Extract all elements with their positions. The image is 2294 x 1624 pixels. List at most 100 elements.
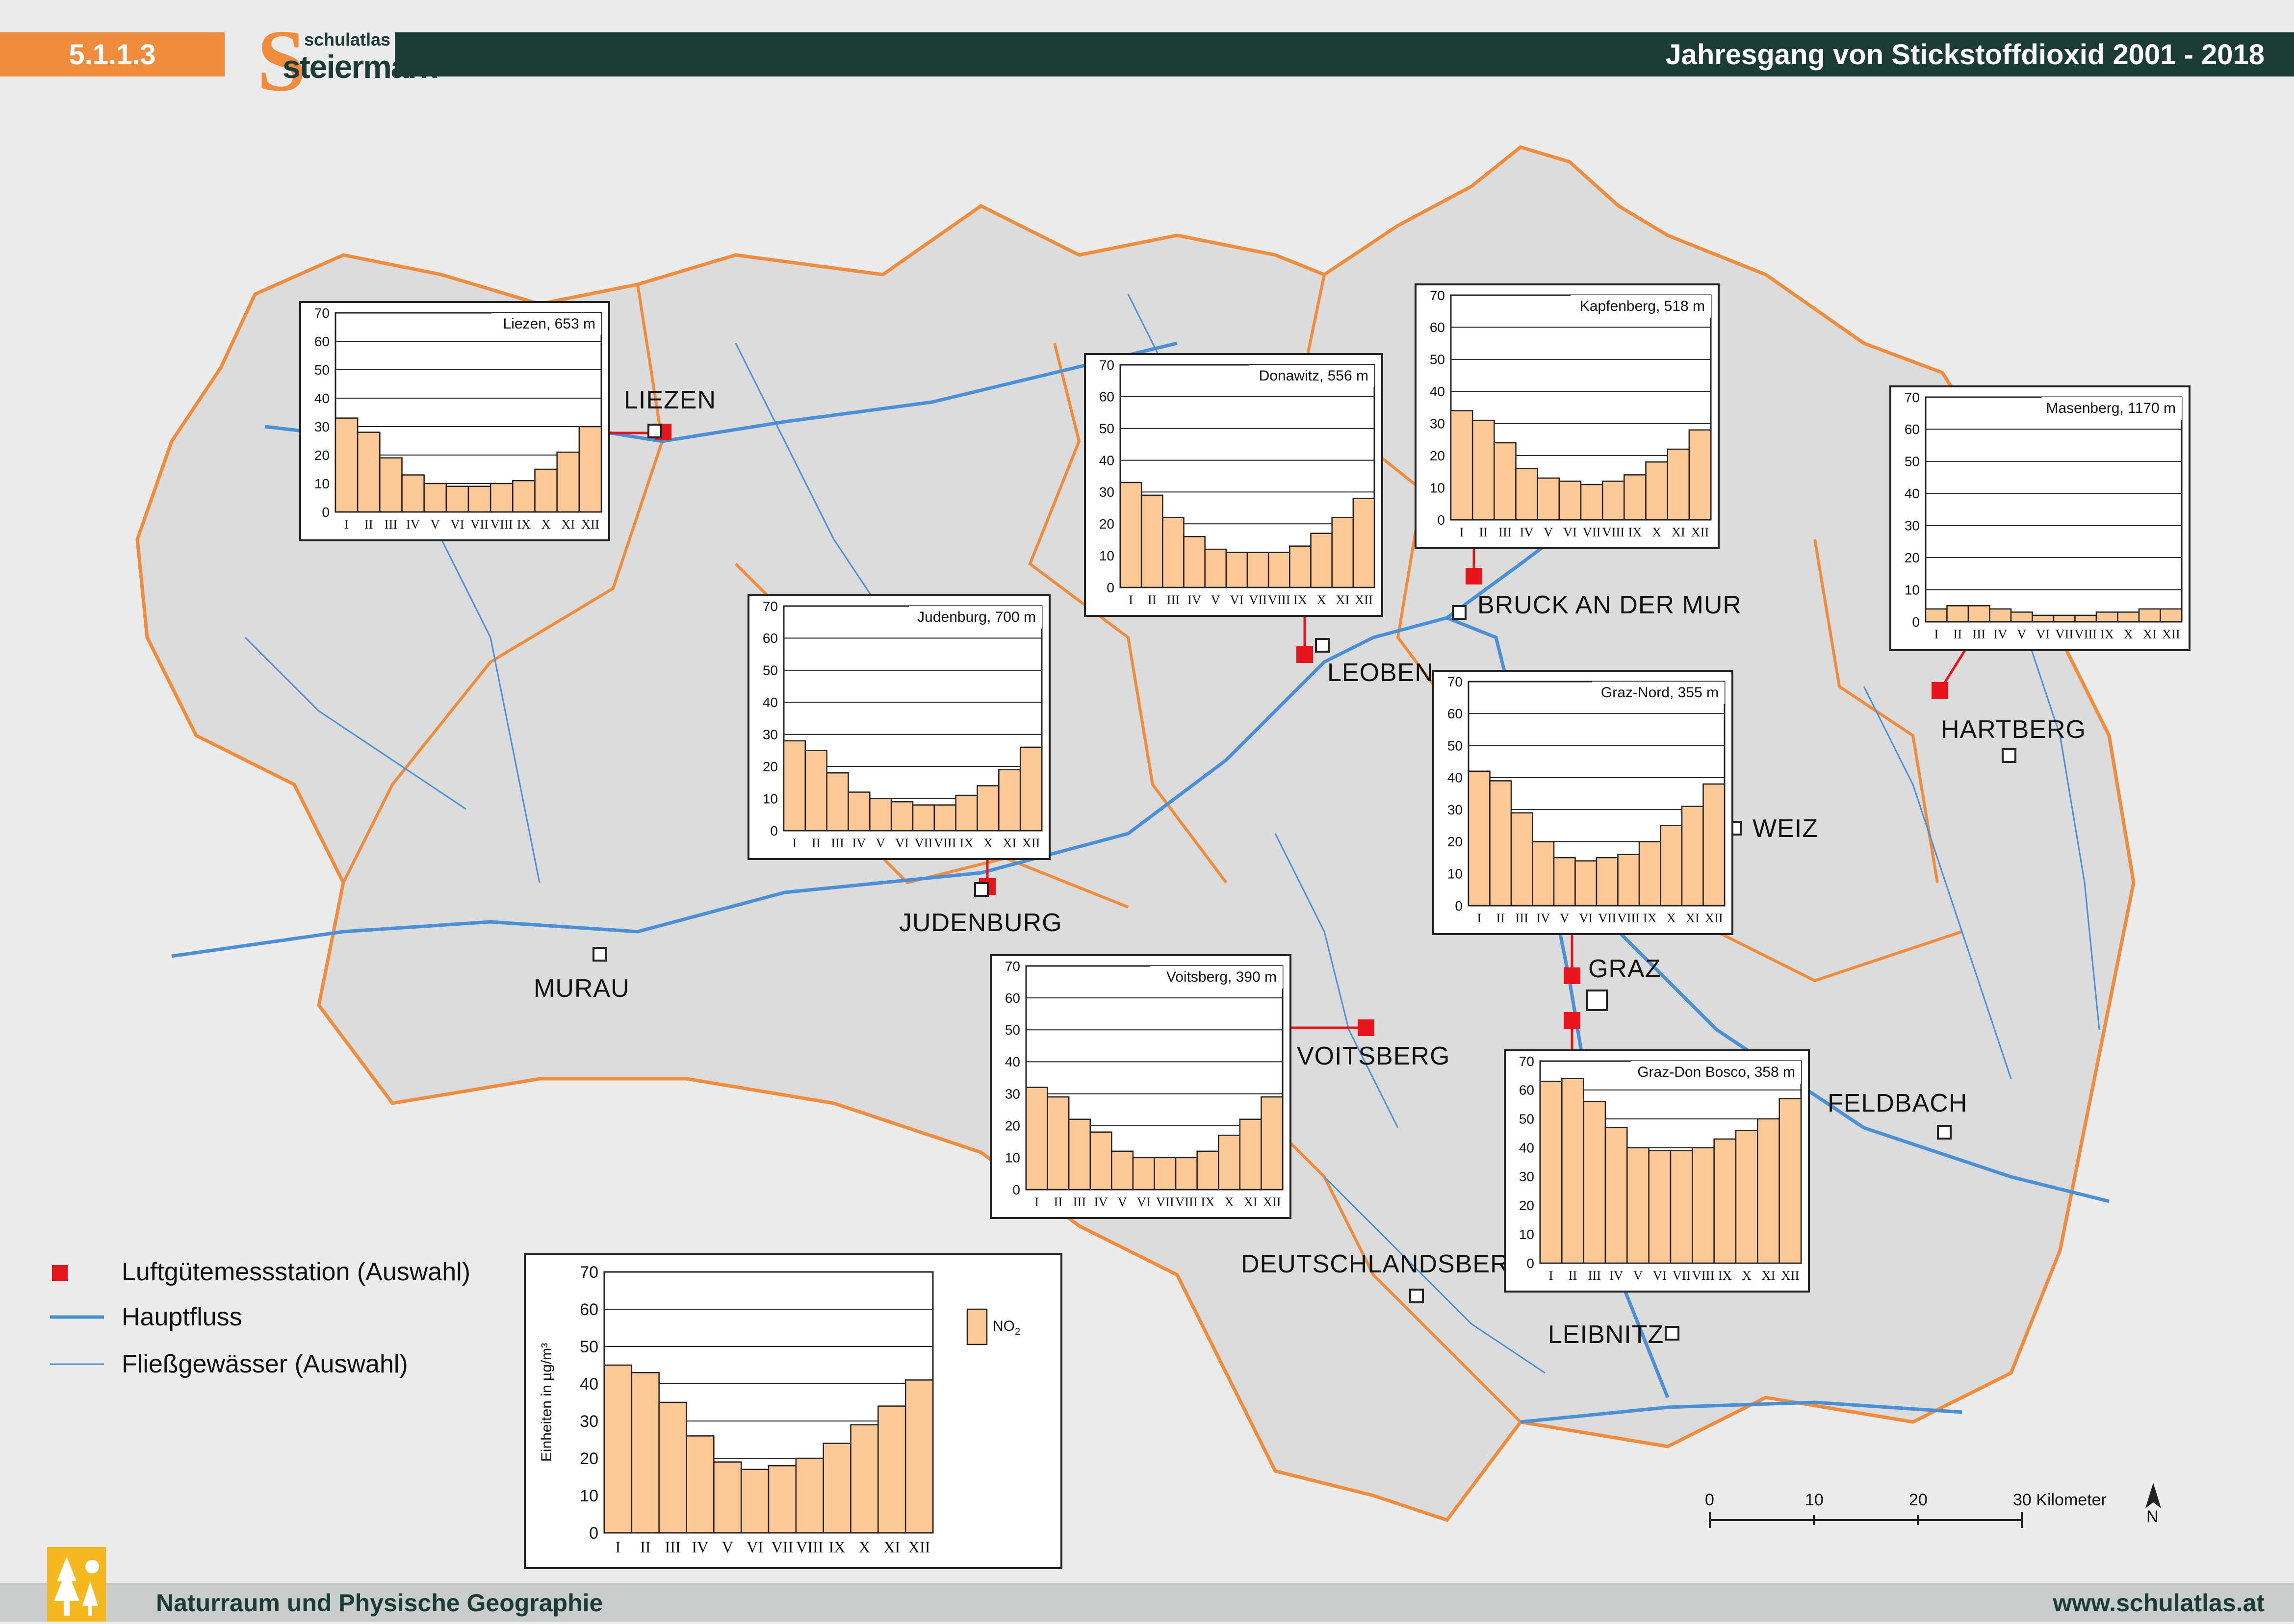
town-marker [2002, 748, 2016, 763]
bar [1596, 857, 1619, 907]
bar [1537, 477, 1560, 521]
x-tick-label: VII [1583, 525, 1601, 539]
y-tick-label: 20 [1519, 1198, 1534, 1213]
bar [850, 1424, 879, 1534]
bar [1626, 1147, 1650, 1264]
chart-svg: 010203040506070I II III IV V VI VII VIII IX X XI XI… [763, 599, 1043, 850]
bar [423, 482, 447, 513]
bar [658, 1401, 687, 1534]
y-tick-label: 30 [580, 1412, 598, 1431]
bar [401, 474, 425, 513]
bar [2160, 608, 2183, 623]
logo: S schulatlas steiermark [235, 10, 438, 108]
y-tick-label: 70 [1519, 1054, 1534, 1069]
x-tick-label: VIII [1602, 525, 1624, 539]
y-tick-label: 10 [1005, 1150, 1020, 1166]
x-tick-label: II [1148, 592, 1157, 607]
bar [1489, 780, 1512, 907]
bar [1660, 825, 1683, 907]
x-tick-label: VIII [1692, 1268, 1715, 1283]
x-tick-label: VII [1156, 1194, 1174, 1209]
x-tick-label: IV [1187, 592, 1201, 607]
x-tick-label: VI [450, 517, 464, 532]
y-tick-label: 70 [763, 599, 778, 614]
y-tick-label: 0 [770, 823, 778, 838]
x-tick-label: VII [771, 1538, 793, 1556]
bar [379, 457, 403, 513]
section-code: 5.1.1.3 [0, 32, 225, 76]
x-tick-label: XII [1705, 911, 1723, 925]
y-tick-label: 40 [1905, 486, 1920, 501]
station-marker [1466, 568, 1482, 584]
x-tick-label: V [1544, 525, 1553, 539]
bar [823, 1443, 851, 1534]
x-tick-label: IX [1628, 525, 1642, 539]
series-label-subscript: 2 [1015, 1326, 1020, 1337]
bar [1154, 1157, 1177, 1191]
x-tick-label: I [1034, 1194, 1039, 1209]
chart-title: Donawitz, 556 m [1259, 368, 1368, 384]
x-tick-label: X [1667, 911, 1676, 925]
x-tick-label: III [1167, 592, 1180, 607]
y-tick-label: 30 [1905, 518, 1920, 533]
bar [467, 485, 491, 513]
y-tick-label: 30 [763, 727, 778, 742]
x-tick-label: VIII [2074, 627, 2097, 641]
x-tick-label: VII [914, 836, 932, 850]
series-label: NO2 [993, 1318, 1020, 1337]
bar [1183, 535, 1206, 588]
bar [490, 482, 514, 513]
x-tick-label: II [1569, 1268, 1577, 1283]
bar [1604, 1127, 1628, 1264]
plot-frame [1925, 396, 2183, 623]
y-tick-label: 40 [1447, 770, 1463, 786]
x-tick-label: IV [1993, 627, 2007, 641]
town-marker [974, 882, 989, 897]
bar [1218, 1135, 1241, 1191]
x-tick-label: IX [1643, 911, 1657, 925]
y-tick-label: 60 [763, 631, 778, 646]
chart-svg: 010203040506070I II III IV V VI VII VIII IX X XI XI… [1099, 357, 1375, 607]
station-marker [1564, 1012, 1580, 1029]
chart-title: Judenburg, 700 m [917, 609, 1036, 625]
chart-svg: 010203040506070I II III IV V VI VII VIII IX X XI XI… [1005, 959, 1284, 1209]
x-tick-label: XI [883, 1538, 900, 1556]
x-tick-label: III [665, 1538, 680, 1556]
chart-svg: 010203040506070I II III IV V VI VII VIII IX X XI XI… [1519, 1054, 1802, 1283]
bar [1261, 1096, 1284, 1191]
footer-url[interactable]: www.schulatlas.at [2053, 1589, 2265, 1617]
x-tick-label: VIII [1268, 592, 1290, 607]
bar [1175, 1157, 1198, 1191]
town-marker [593, 947, 607, 962]
chart-title: Voitsberg, 390 m [1166, 969, 1277, 985]
town-marker [1409, 1289, 1424, 1303]
x-tick-label: IX [960, 836, 974, 850]
x-tick-label: X [1652, 525, 1661, 539]
logo-small-text: schulatlas [304, 29, 391, 50]
y-tick-label: 50 [1430, 352, 1445, 367]
bar [1025, 1087, 1048, 1191]
y-tick-label: 60 [1905, 422, 1920, 437]
legend-stream-icon [50, 1363, 104, 1365]
bar [1574, 860, 1598, 907]
x-tick-label: VIII [934, 836, 956, 850]
station-marker [1358, 1019, 1374, 1036]
x-tick-label: X [2124, 627, 2133, 641]
bar [1267, 552, 1290, 588]
x-tick-label: V [722, 1538, 733, 1556]
bar [445, 485, 469, 513]
chart-voitsberg: 0 10 20 30 40 50 60 70 I II III IV V VI VII VIII IX X XI XI… [990, 954, 1291, 1219]
bar [1583, 1101, 1606, 1264]
bar [904, 1379, 934, 1534]
bar [1648, 1150, 1672, 1264]
x-tick-label: X [1316, 592, 1326, 607]
place-graz: GRAZ [1588, 955, 1661, 983]
chart-masenberg: 0 10 20 30 40 50 60 70 I II III IV V VI VII VIII IX X XI XI… [1889, 385, 2191, 651]
x-tick-label: XI [2143, 627, 2157, 641]
x-tick-label: VI [1563, 525, 1577, 539]
legend-main-river-icon [50, 1315, 104, 1319]
bar [1638, 841, 1661, 907]
scale-bar [1709, 1512, 2023, 1528]
y-tick-label: 50 [580, 1338, 598, 1356]
y-tick-label: 40 [1519, 1140, 1534, 1155]
